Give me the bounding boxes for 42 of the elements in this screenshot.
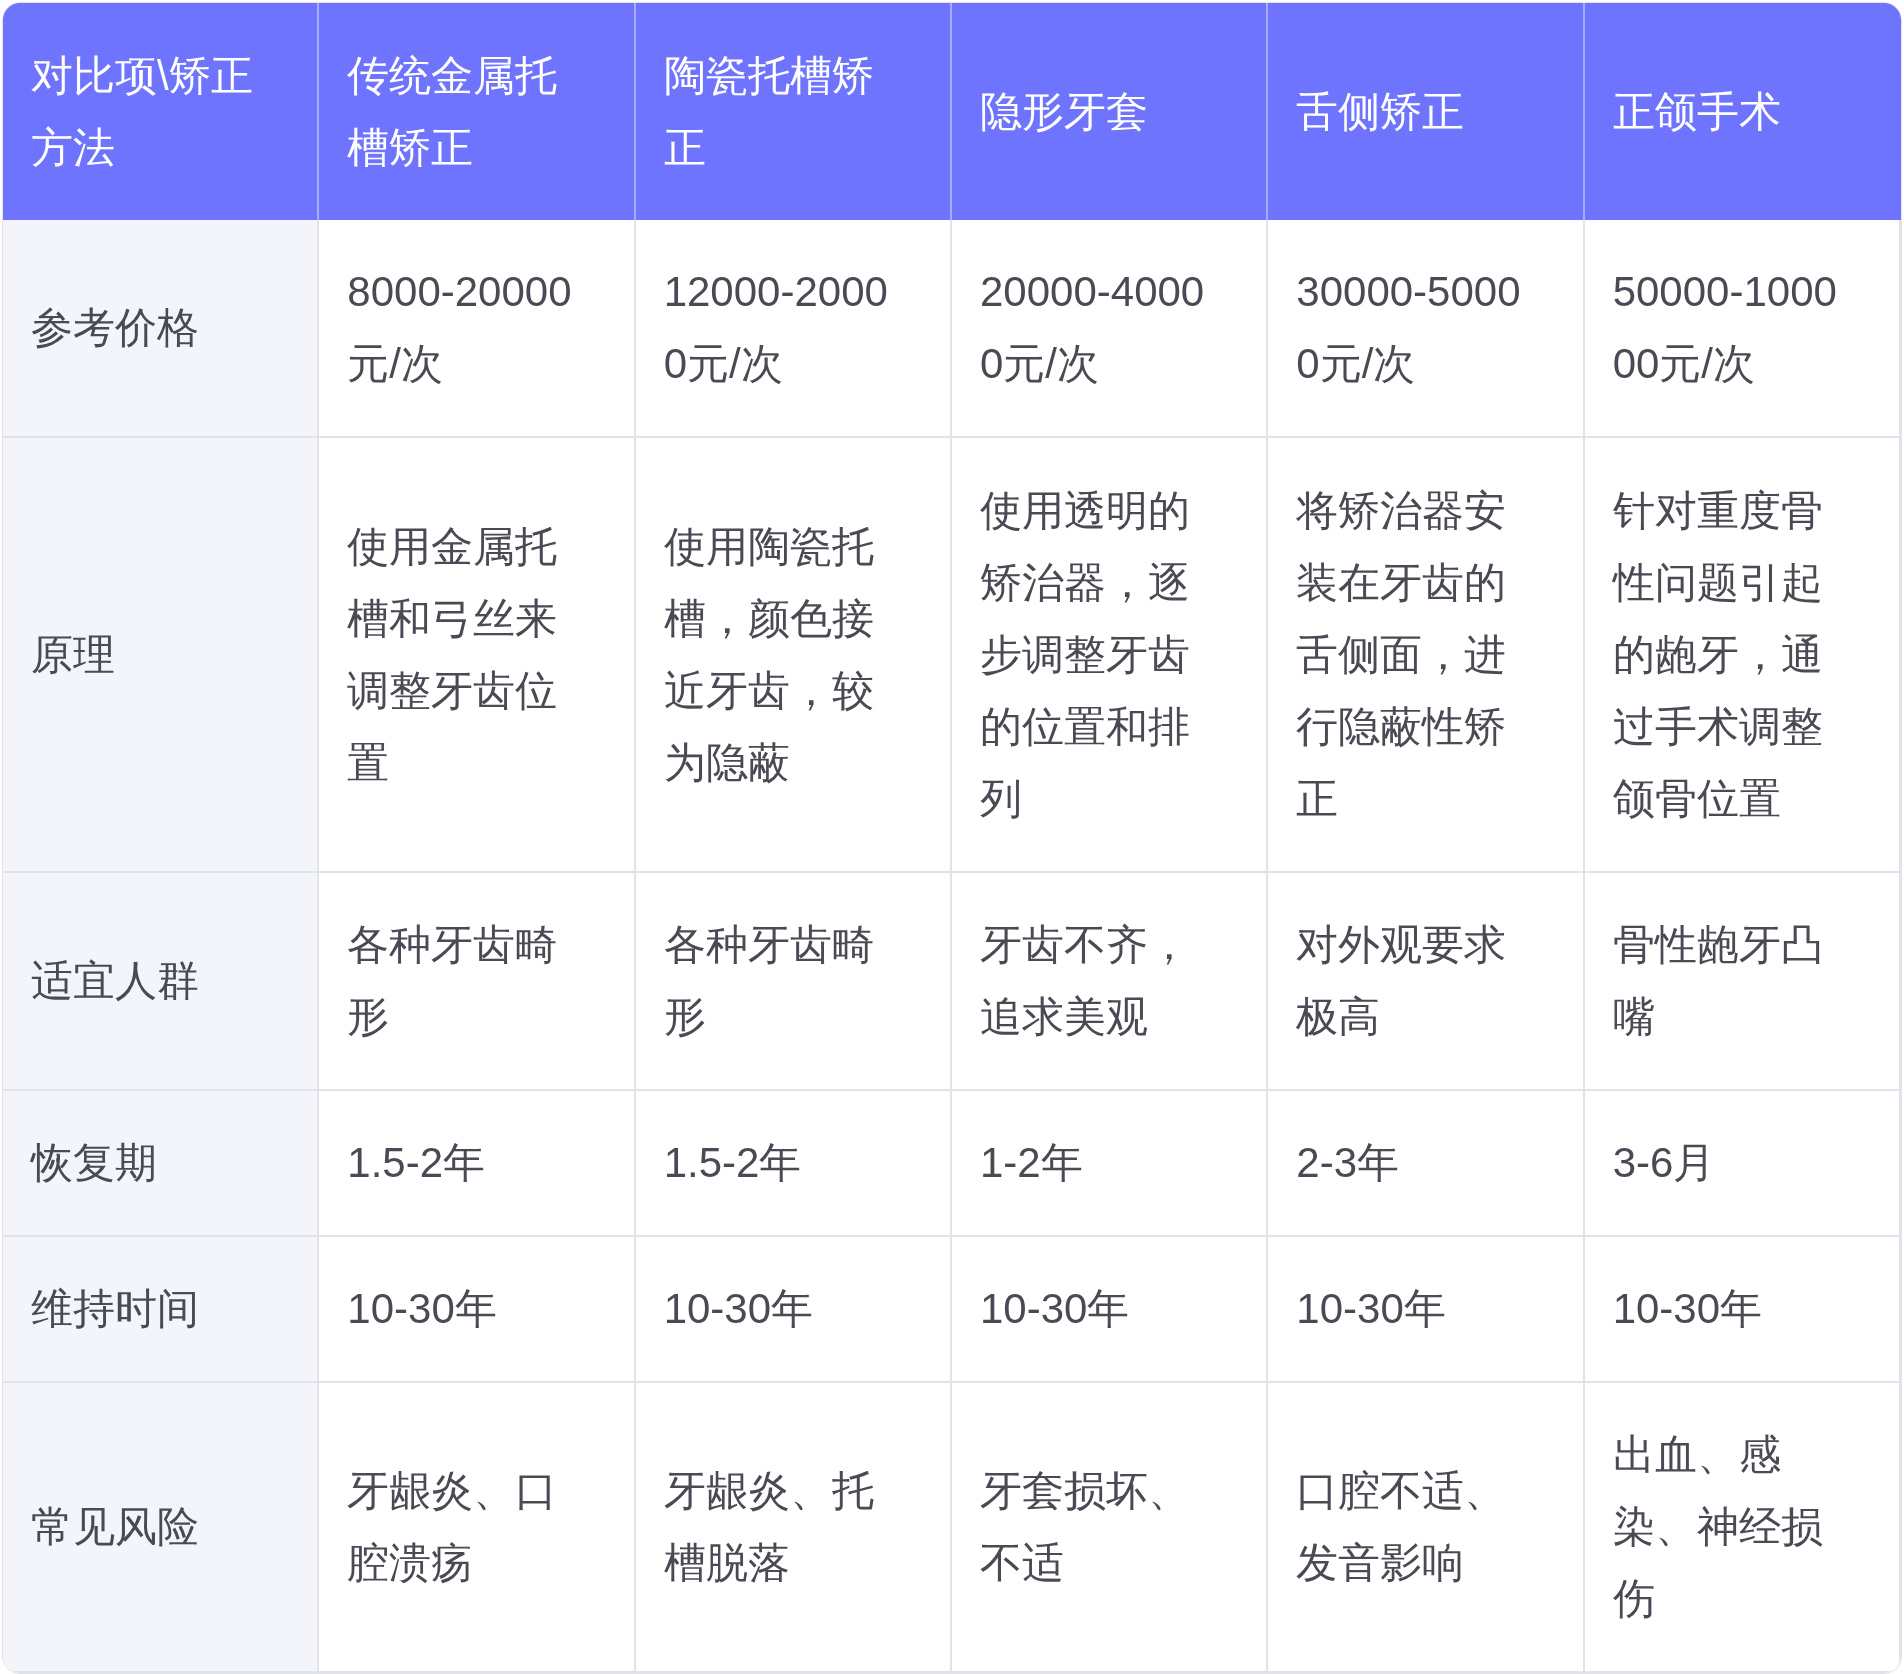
table-cell: 1-2年 [952,1091,1269,1237]
table-cell: 牙齿不齐，追求美观 [952,873,1269,1091]
table-cell: 10-30年 [1584,1237,1901,1383]
table-cell: 各种牙齿畸形 [319,873,636,1091]
table-cell: 使用透明的矫治器，逐步调整牙齿的位置和排列 [952,438,1269,873]
table-cell: 使用陶瓷托槽，颜色接近牙齿，较为隐蔽 [635,438,952,873]
table-cell: 对外观要求极高 [1268,873,1585,1091]
table-cell: 30000-50000元/次 [1268,220,1585,438]
table-cell: 2-3年 [1268,1091,1585,1237]
table-cell: 使用金属托槽和弓丝来调整牙齿位置 [319,438,636,873]
header-cell: 传统金属托槽矫正 [319,3,636,220]
table-cell: 各种牙齿畸形 [635,873,952,1091]
table-cell: 8000-20000元/次 [319,220,636,438]
row-header-cell: 原理 [3,438,320,873]
table-cell: 50000-100000元/次 [1584,220,1901,438]
header-cell: 舌侧矫正 [1268,3,1585,220]
header-cell: 正颌手术 [1584,3,1901,220]
table-cell: 牙套损坏、不适 [952,1383,1269,1673]
row-header-cell: 适宜人群 [3,873,320,1091]
table-cell: 10-30年 [319,1237,636,1383]
header-cell: 陶瓷托槽矫正 [635,3,952,220]
row-header-cell: 参考价格 [3,220,320,438]
table-cell: 20000-40000元/次 [952,220,1269,438]
table-cell: 牙龈炎、托槽脱落 [635,1383,952,1673]
table-cell: 口腔不适、发音影响 [1268,1383,1585,1673]
header-cell: 隐形牙套 [952,3,1269,220]
table-cell: 将矫治器安装在牙齿的舌侧面，进行隐蔽性矫正 [1268,438,1585,873]
table-cell: 10-30年 [952,1237,1269,1383]
table-cell: 1.5-2年 [635,1091,952,1237]
corner-header-cell: 对比项\矫正方法 [3,3,320,220]
table-cell: 骨性龅牙凸嘴 [1584,873,1901,1091]
table-cell: 出血、感染、神经损伤 [1584,1383,1901,1673]
row-header-cell: 常见风险 [3,1383,320,1673]
table-cell: 针对重度骨性问题引起的龅牙，通过手术调整颌骨位置 [1584,438,1901,873]
row-header-cell: 维持时间 [3,1237,320,1383]
table-cell: 10-30年 [1268,1237,1585,1383]
table-cell: 10-30年 [635,1237,952,1383]
table-cell: 1.5-2年 [319,1091,636,1237]
table-cell: 12000-20000元/次 [635,220,952,438]
table-cell: 3-6月 [1584,1091,1901,1237]
table-cell: 牙龈炎、口腔溃疡 [319,1383,636,1673]
row-header-cell: 恢复期 [3,1091,320,1237]
